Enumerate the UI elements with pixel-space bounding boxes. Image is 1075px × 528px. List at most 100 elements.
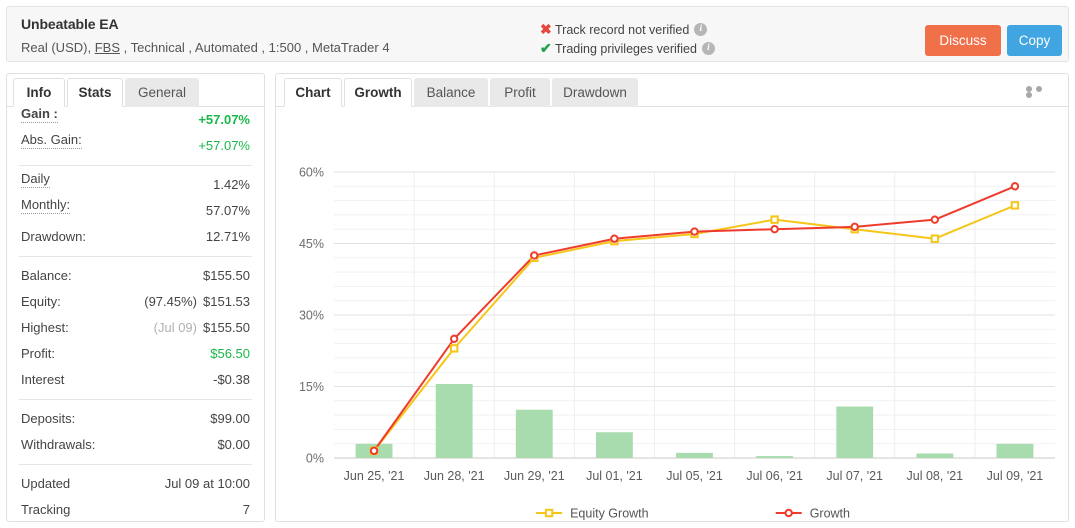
stat-row-profit: Profit: $56.50 bbox=[7, 341, 264, 367]
x-axis-tick-label: Jul 05, '21 bbox=[666, 469, 723, 483]
y-axis-tick-label: 60% bbox=[299, 166, 324, 180]
stat-row-gain: Gain : +57.07% bbox=[7, 107, 264, 133]
x-axis-tick-label: Jul 06, '21 bbox=[746, 469, 803, 483]
stat-value: Jul 09 at 10:00 bbox=[164, 476, 250, 491]
stat-label: Abs. Gain: bbox=[21, 132, 82, 149]
chart-data-point[interactable] bbox=[449, 334, 459, 344]
chart-volume-bar bbox=[756, 456, 794, 458]
x-axis-tick-label: Jul 07, '21 bbox=[826, 469, 883, 483]
stat-row-tracking: Tracking 7 bbox=[7, 497, 264, 523]
chart-data-point[interactable] bbox=[930, 215, 940, 224]
x-axis-tick-label: Jul 09, '21 bbox=[987, 469, 1044, 483]
chart-tabbar: Chart Growth Balance Profit Drawdown bbox=[276, 74, 1068, 107]
discuss-button[interactable]: Discuss bbox=[925, 25, 1001, 56]
legend-label[interactable]: Growth bbox=[810, 507, 850, 521]
y-axis-tick-label: 30% bbox=[299, 309, 324, 323]
stat-value: -$0.38 bbox=[213, 372, 250, 387]
more-options-icon[interactable] bbox=[1026, 86, 1054, 98]
stat-label: Withdrawals: bbox=[21, 437, 96, 452]
chart-volume-bar bbox=[515, 409, 553, 458]
account-header: Unbeatable EA Real (USD), FBS , Technica… bbox=[6, 6, 1069, 62]
stat-value-prefix: (Jul 09) bbox=[153, 320, 197, 335]
stats-tabbar: Info Stats General bbox=[7, 74, 264, 107]
chart-data-point[interactable] bbox=[1010, 182, 1020, 191]
chart-data-point[interactable] bbox=[610, 234, 619, 243]
broker-link[interactable]: FBS bbox=[95, 40, 120, 55]
chart-data-point[interactable] bbox=[930, 234, 940, 243]
stat-row-withdrawals: Withdrawals: $0.00 bbox=[7, 432, 264, 458]
tab-balance[interactable]: Balance bbox=[414, 78, 488, 107]
stat-value: $56.50 bbox=[210, 346, 250, 361]
chart-data-point[interactable] bbox=[770, 215, 779, 224]
chart-volume-bar bbox=[595, 432, 633, 458]
verification-row-trading-privileges: ✔ Trading privileges verified i bbox=[540, 39, 715, 58]
stat-value: +57.07% bbox=[198, 112, 250, 127]
copy-button[interactable]: Copy bbox=[1007, 25, 1062, 56]
chart-volume-bar bbox=[916, 453, 954, 458]
stat-label: Drawdown: bbox=[21, 229, 87, 244]
tab-info[interactable]: Info bbox=[13, 78, 65, 107]
stat-row-deposits: Deposits: $99.00 bbox=[7, 406, 264, 432]
tab-label: Growth bbox=[354, 85, 402, 100]
stat-value: $151.53 bbox=[203, 294, 250, 309]
stat-value: $99.00 bbox=[210, 411, 250, 426]
tab-chart[interactable]: Chart bbox=[284, 78, 342, 107]
info-icon[interactable]: i bbox=[694, 23, 708, 36]
chart-data-point[interactable] bbox=[850, 222, 859, 232]
stat-value-prefix: (97.45%) bbox=[144, 294, 197, 309]
chart-data-point[interactable] bbox=[449, 344, 459, 353]
stat-value: $0.00 bbox=[217, 437, 250, 452]
tab-label: General bbox=[137, 85, 187, 100]
verification-row-track-record: ✖ Track record not verified i bbox=[540, 20, 715, 39]
chart-volume-bar bbox=[836, 406, 874, 458]
profile-page: Unbeatable EA Real (USD), FBS , Technica… bbox=[0, 0, 1075, 528]
chart-volume-bar bbox=[996, 443, 1034, 458]
tab-label: Drawdown bbox=[563, 85, 627, 100]
x-axis-tick-label: Jun 29, '21 bbox=[504, 469, 565, 483]
stat-row-equity: Equity: $151.53 (97.45%) bbox=[7, 289, 264, 315]
growth-chart: 0% 15% 30% 45% 60% Jun 25, '21 Jun 28, '21 Jun … bbox=[276, 108, 1070, 522]
y-axis-tick-label: 45% bbox=[299, 237, 324, 251]
stat-label: Updated bbox=[21, 476, 71, 491]
legend-label[interactable]: Equity Growth bbox=[570, 507, 649, 521]
stat-row-updated: Updated Jul 09 at 10:00 bbox=[7, 471, 264, 497]
tab-label: Balance bbox=[426, 85, 476, 100]
stat-label: Monthly: bbox=[21, 197, 71, 214]
page-title: Unbeatable EA bbox=[21, 16, 119, 32]
stats-panel: Info Stats General Gain : +57.07% Abs. G… bbox=[6, 73, 265, 522]
chart-data-point[interactable] bbox=[530, 251, 539, 260]
stat-label: Highest: bbox=[21, 320, 69, 335]
chart-volume-bar bbox=[676, 452, 713, 458]
chart-data-point[interactable] bbox=[1010, 201, 1020, 210]
stat-label: Equity: bbox=[21, 294, 61, 309]
stat-label: Profit: bbox=[21, 346, 55, 361]
tab-label: Stats bbox=[78, 85, 112, 100]
y-axis-tick-label: 15% bbox=[299, 380, 324, 394]
stat-row-monthly: Monthly: 57.07% bbox=[7, 198, 264, 224]
stat-row-balance: Balance: $155.50 bbox=[7, 263, 264, 289]
stat-label: Deposits: bbox=[21, 411, 76, 426]
chart-volume-bar bbox=[435, 384, 473, 458]
stat-label: Daily bbox=[21, 171, 50, 188]
stat-row-interest: Interest -$0.38 bbox=[7, 367, 264, 393]
stat-value: $155.50 bbox=[203, 268, 250, 283]
account-attributes: , Technical , Automated , 1:500 , MetaTr… bbox=[123, 40, 390, 55]
check-mark-icon: ✔ bbox=[540, 40, 552, 56]
stats-list: Gain : +57.07% Abs. Gain: +57.07% Daily … bbox=[7, 107, 264, 523]
tab-growth[interactable]: Growth bbox=[344, 78, 412, 107]
x-axis-tick-label: Jul 08, '21 bbox=[907, 469, 964, 483]
chart-data-point[interactable] bbox=[770, 225, 779, 234]
verification-label: Track record not verified bbox=[555, 22, 690, 37]
tab-drawdown[interactable]: Drawdown bbox=[552, 78, 638, 107]
stat-value: $155.50 bbox=[203, 320, 250, 335]
account-type: Real (USD), bbox=[21, 40, 92, 55]
tab-profit[interactable]: Profit bbox=[490, 78, 550, 107]
chart-data-point[interactable] bbox=[690, 227, 699, 236]
stat-value: 57.07% bbox=[205, 203, 250, 218]
stat-row-abs-gain: Abs. Gain: +57.07% bbox=[7, 133, 264, 159]
tab-stats[interactable]: Stats bbox=[67, 78, 123, 107]
info-icon[interactable]: i bbox=[701, 42, 715, 55]
growth-chart-svg[interactable]: 0% 15% 30% 45% 60% Jun 25, '21 Jun 28, '21 Jun … bbox=[276, 108, 1070, 522]
tab-general[interactable]: General bbox=[125, 78, 199, 107]
chart-data-point[interactable] bbox=[369, 446, 379, 456]
